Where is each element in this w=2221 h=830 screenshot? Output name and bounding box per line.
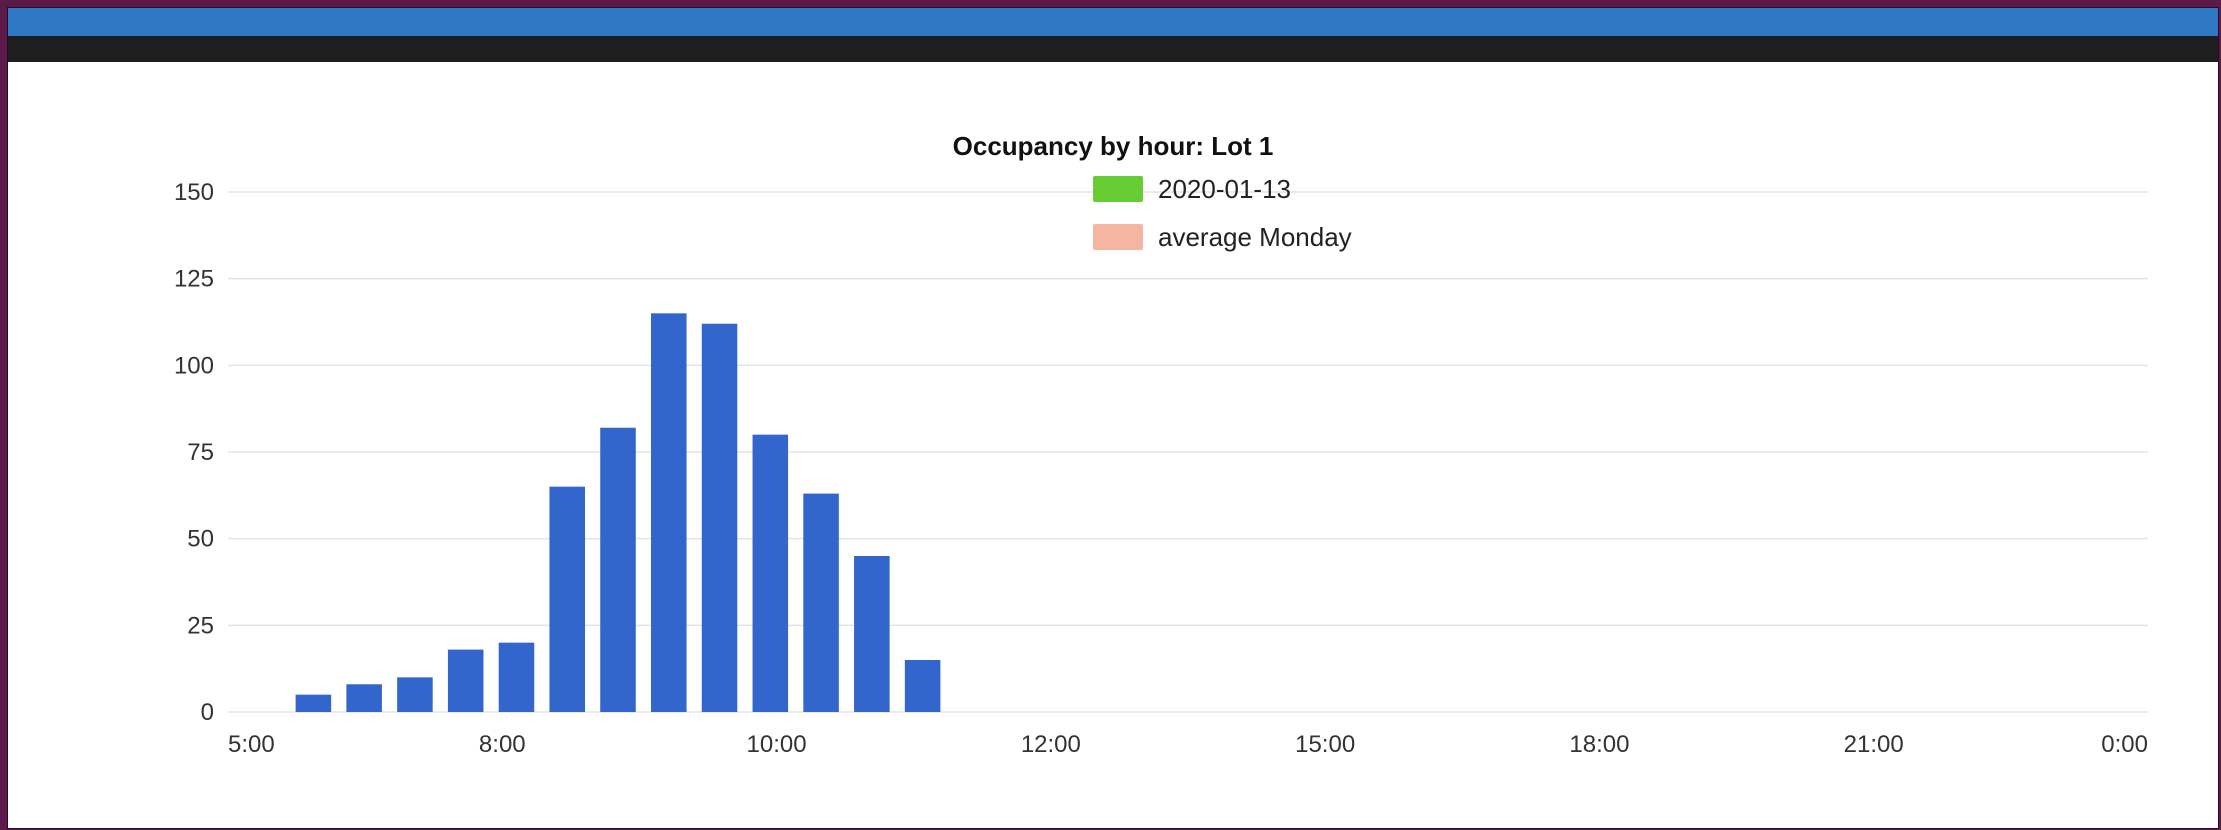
y-tick-label: 50 [187,526,214,553]
bar-9-00 [447,649,484,712]
x-tick-label: 5:00 [228,731,275,758]
x-tick-label: 10:00 [747,731,807,758]
legend-swatch-average-monday [1093,224,1143,250]
occupancy-chart: Occupancy by hour: Lot 1 0 25 50 75 100 125 15… [8,62,2218,828]
y-tick-label: 25 [187,612,214,639]
bar-10-00 [498,642,535,712]
bar-15-00 [752,434,789,712]
x-tick-label: 8:00 [479,731,526,758]
bar-7-00 [346,684,382,712]
bar-12-00 [600,427,636,712]
bar-6-00 [295,694,332,712]
app-window: Occupancy by hour: Lot 1 0 25 50 75 100 125 15… [8,8,2218,828]
bar-18-00 [904,660,941,712]
x-tick-label: 21:00 [1844,731,1904,758]
chart-area: Occupancy by hour: Lot 1 0 25 50 75 100 125 15… [8,62,2218,828]
bar-17-00 [854,556,890,712]
bar-11-00 [549,486,585,712]
legend-label-average-monday: average Monday [1158,222,1352,252]
y-tick-label: 150 [174,179,214,206]
title-bar [8,8,2218,37]
y-tick-label: 0 [201,699,214,726]
x-tick-label: 15:00 [1295,731,1355,758]
x-tick-label: 18:00 [1569,731,1629,758]
bar-8-00 [397,677,433,712]
bar-14-00 [701,323,738,712]
x-tick-label: 12:00 [1021,731,1081,758]
bar-16-00 [803,493,839,712]
y-tick-label: 100 [174,352,214,379]
y-tick-label: 75 [187,439,214,466]
legend-label-2020-01-13: 2020-01-13 [1158,174,1291,204]
bar-13-00 [651,313,687,712]
legend-swatch-2020-01-13 [1093,176,1143,202]
toolbar [8,36,2218,62]
x-tick-label: 0:00 [2101,731,2148,758]
y-tick-label: 125 [174,266,214,293]
chart-title: Occupancy by hour: Lot 1 [953,131,1274,161]
